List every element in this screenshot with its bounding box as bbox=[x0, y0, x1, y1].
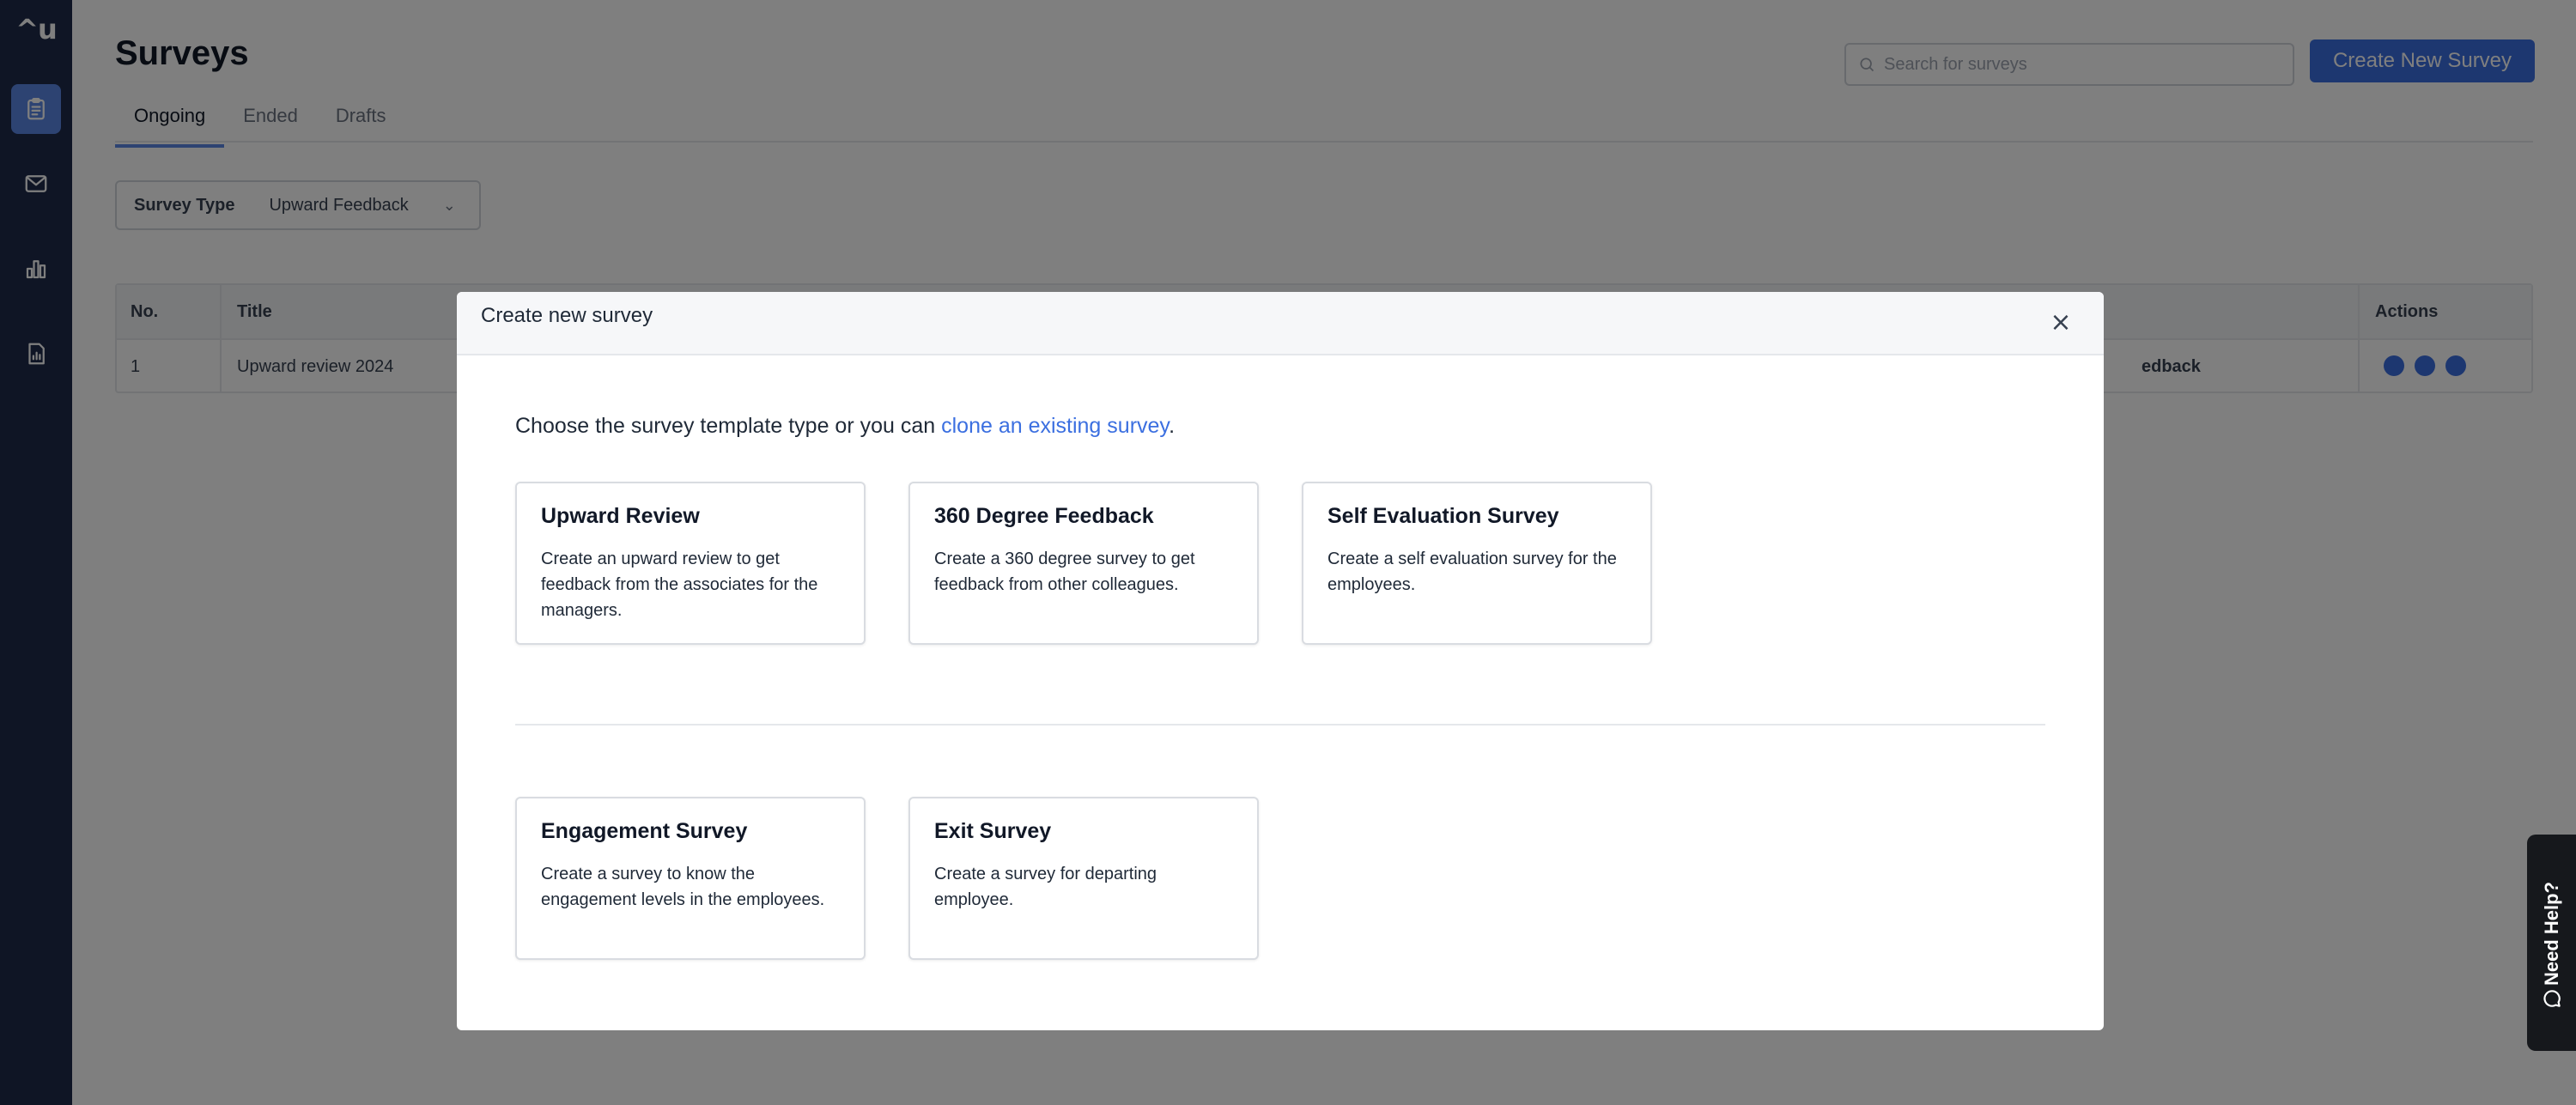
close-icon[interactable]: × bbox=[2045, 307, 2076, 338]
card-title: Exit Survey bbox=[934, 819, 1052, 843]
card-description: Create a survey for departing employee. bbox=[934, 865, 1157, 909]
card-title: 360 Degree Feedback bbox=[934, 504, 1154, 528]
chat-bubble-icon bbox=[2543, 990, 2561, 1007]
intro-end: . bbox=[1169, 414, 1176, 438]
card-description: Create a self evaluation survey for the … bbox=[1327, 549, 1617, 594]
template-card-engagement-survey[interactable]: Engagement Survey Create a survey to kno… bbox=[515, 797, 866, 960]
card-description: Create a survey to know the engagement l… bbox=[541, 865, 825, 909]
card-description: Create an upward review to get feedback … bbox=[541, 549, 818, 620]
section-divider bbox=[515, 724, 2045, 726]
modal-header: Create new survey × bbox=[457, 292, 2104, 355]
intro-text: Choose the survey template type or you c… bbox=[515, 414, 942, 438]
modal-intro: Choose the survey template type or you c… bbox=[515, 414, 1175, 439]
need-help-label: Need Help? bbox=[2541, 881, 2562, 986]
template-card-upward-review[interactable]: Upward Review Create an upward review to… bbox=[515, 482, 866, 645]
card-title: Engagement Survey bbox=[541, 819, 748, 843]
template-card-exit-survey[interactable]: Exit Survey Create a survey for departin… bbox=[908, 797, 1259, 960]
clone-existing-survey-link[interactable]: clone an existing survey bbox=[941, 414, 1169, 438]
template-card-self-evaluation-survey[interactable]: Self Evaluation Survey Create a self eva… bbox=[1302, 482, 1652, 645]
card-title: Self Evaluation Survey bbox=[1327, 504, 1559, 528]
create-survey-modal: Create new survey × Choose the survey te… bbox=[457, 292, 2104, 1030]
card-description: Create a 360 degree survey to get feedba… bbox=[934, 549, 1195, 594]
card-title: Upward Review bbox=[541, 504, 700, 528]
modal-title: Create new survey bbox=[481, 304, 653, 327]
template-card-360-degree-feedback[interactable]: 360 Degree Feedback Create a 360 degree … bbox=[908, 482, 1259, 645]
need-help-button[interactable]: Need Help? bbox=[2527, 835, 2576, 1051]
